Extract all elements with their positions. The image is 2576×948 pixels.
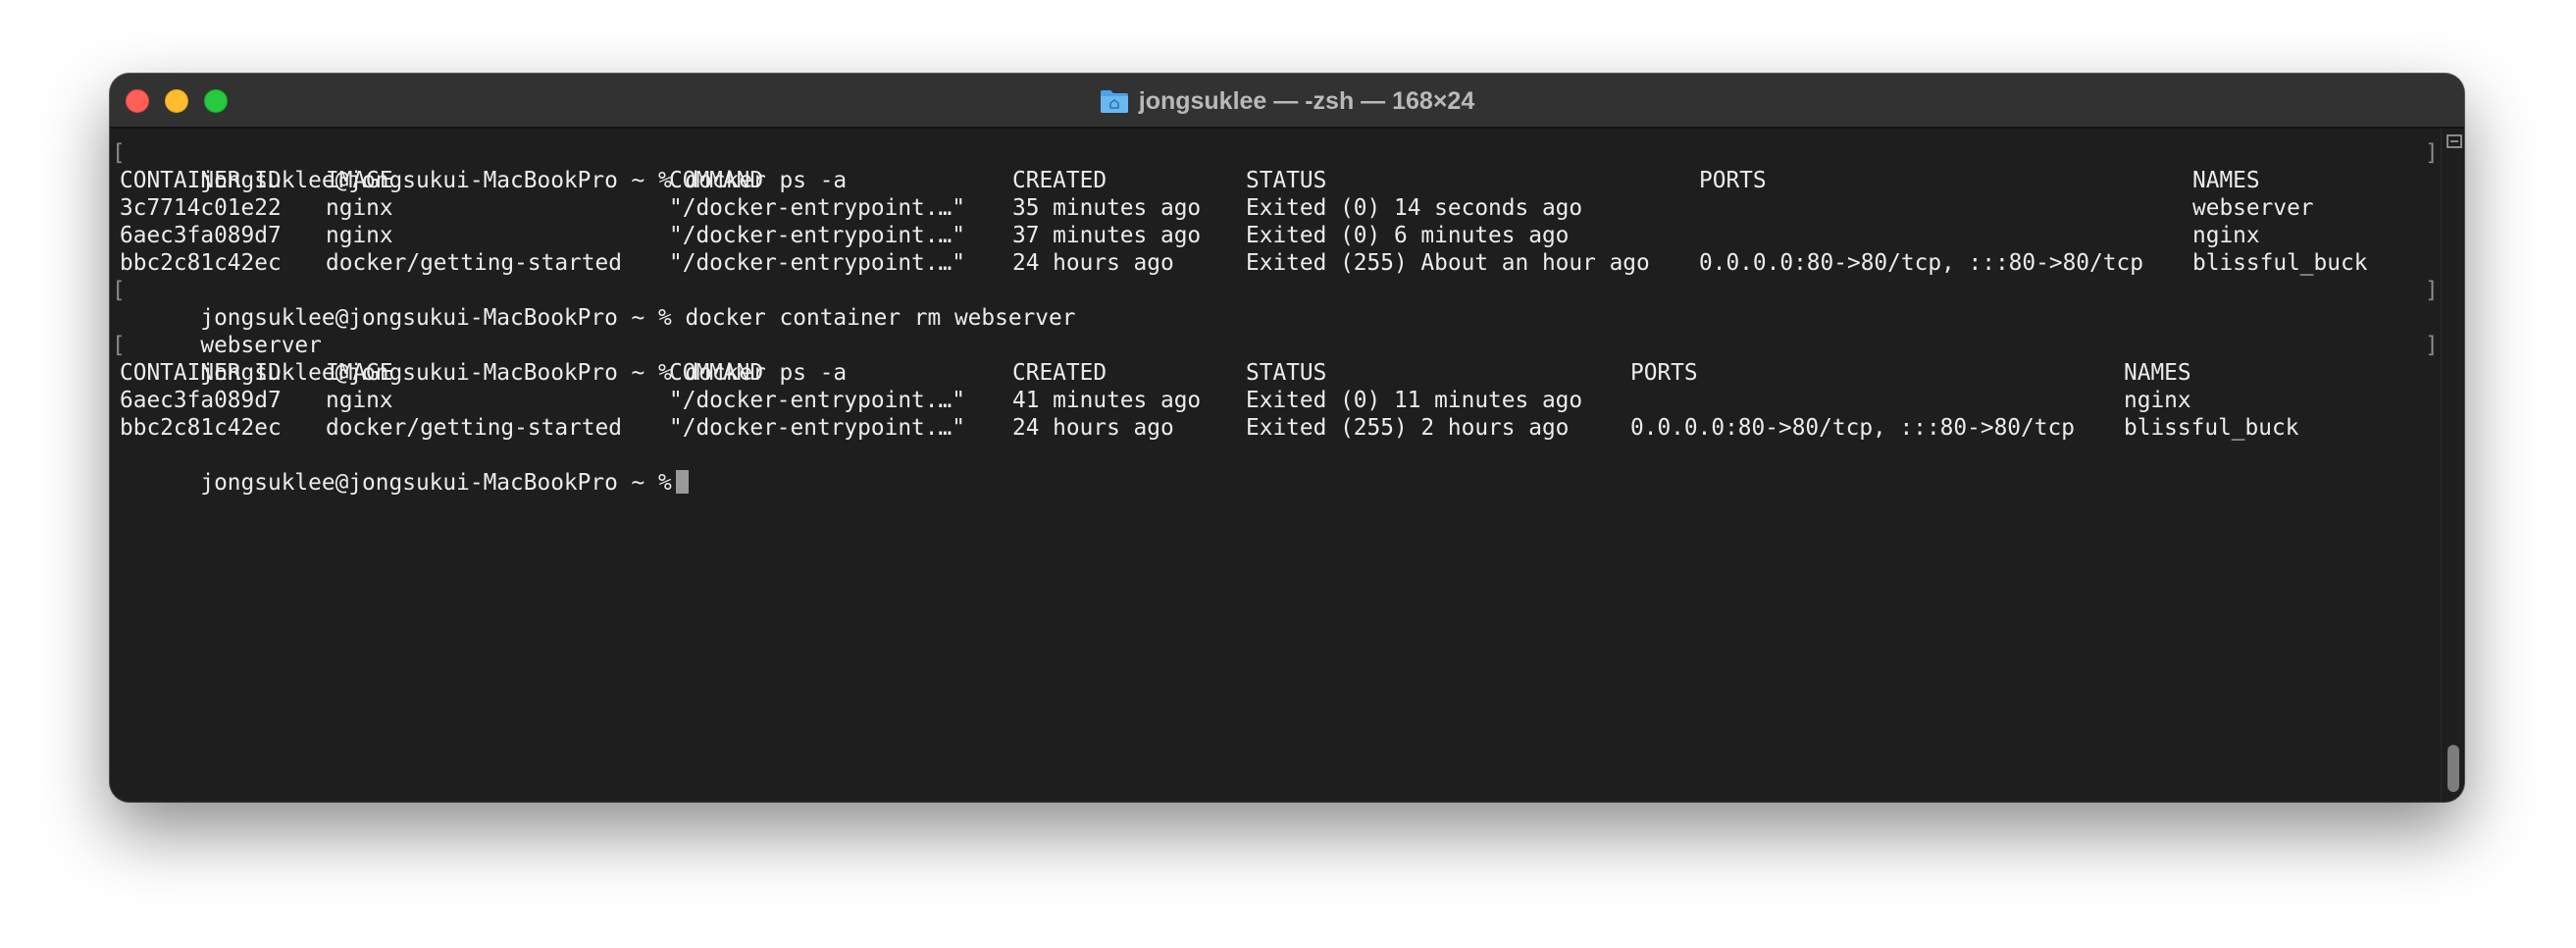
status: Exited (255) About an hour ago — [1246, 250, 1650, 276]
status: Exited (0) 14 seconds ago — [1246, 195, 1583, 221]
vertical-scrollbar[interactable] — [2441, 129, 2464, 802]
terminal-output[interactable]: [ jongsuklee@jongsukui-MacBookPro ~ % doc… — [110, 129, 2439, 802]
table-row: 6aec3fa089d7 nginx "/docker-entrypoint.…… — [120, 222, 2260, 249]
command: "/docker-entrypoint.…" — [669, 195, 965, 221]
current-prompt-line[interactable]: jongsuklee@jongsukui-MacBookPro ~ % — [120, 442, 689, 496]
created: 41 minutes ago — [1012, 388, 1202, 413]
header-created: CREATED — [1012, 360, 1108, 386]
image-name: nginx — [326, 388, 393, 413]
image-name: docker/getting-started — [326, 415, 622, 441]
mark-bracket: [ — [112, 140, 126, 166]
container-id: 6aec3fa089d7 — [120, 388, 282, 413]
status: Exited (255) 2 hours ago — [1246, 415, 1570, 441]
prompt-line: [ jongsuklee@jongsukui-MacBookPro ~ % doc… — [112, 277, 1075, 331]
table-row: 6aec3fa089d7 nginx "/docker-entrypoint.…… — [120, 387, 2191, 414]
header-names: NAMES — [2124, 360, 2191, 386]
mark-bracket: [ — [112, 333, 126, 358]
mark-bracket-right: ] — [2425, 278, 2439, 303]
container-name: blissful_buck — [2192, 250, 2368, 276]
header-status: STATUS — [1246, 360, 1327, 386]
container-id: bbc2c81c42ec — [120, 415, 282, 441]
image-name: docker/getting-started — [326, 250, 622, 276]
created: 37 minutes ago — [1012, 223, 1202, 248]
header-ports: PORTS — [1630, 360, 1698, 386]
ports: 0.0.0.0:80->80/tcp, :::80->80/tcp — [1699, 250, 2143, 276]
header-command: COMMAND — [669, 168, 764, 193]
ports: 0.0.0.0:80->80/tcp, :::80->80/tcp — [1630, 415, 2075, 441]
table-row: bbc2c81c42ec docker/getting-started "/do… — [120, 414, 2298, 442]
window-title: jongsuklee — -zsh — 168×24 — [1138, 86, 1475, 115]
command: "/docker-entrypoint.…" — [669, 223, 965, 248]
created: 24 hours ago — [1012, 415, 1174, 441]
header-command: COMMAND — [669, 360, 764, 386]
container-name: nginx — [2192, 223, 2260, 248]
status: Exited (0) 6 minutes ago — [1246, 223, 1570, 248]
prompt-line: [jongsuklee@jongsukui-MacBookPro ~ % doc… — [112, 139, 847, 193]
header-status: STATUS — [1246, 168, 1327, 193]
prompt-text: jongsuklee@jongsukui-MacBookPro ~ % — [200, 470, 672, 496]
terminal-window: jongsuklee — -zsh — 168×24 [ jongsuklee@j… — [110, 74, 2464, 802]
command: "/docker-entrypoint.…" — [669, 388, 965, 413]
output-line: webserver — [120, 304, 322, 358]
mark-bracket-right: ] — [2425, 333, 2439, 358]
window-title-group: jongsuklee — -zsh — 168×24 — [110, 74, 2464, 129]
header-image: IMAGE — [326, 168, 393, 193]
container-id: bbc2c81c42ec — [120, 250, 282, 276]
container-name: blissful_buck — [2124, 415, 2299, 441]
status: Exited (0) 11 minutes ago — [1246, 388, 1583, 413]
split-pane-icon[interactable] — [2447, 134, 2462, 148]
table-header-row: CONTAINER ID IMAGE COMMAND CREATED STATU… — [120, 359, 2191, 387]
folder-icon — [1100, 90, 1128, 113]
header-names: NAMES — [2192, 168, 2260, 193]
image-name: nginx — [326, 195, 393, 221]
table-row: bbc2c81c42ec docker/getting-started "/do… — [120, 249, 2367, 277]
header-ports: PORTS — [1699, 168, 1767, 193]
table-row: 3c7714c01e22 nginx "/docker-entrypoint.…… — [120, 194, 2314, 222]
title-bar[interactable]: jongsuklee — -zsh — 168×24 — [110, 74, 2464, 129]
container-id: 3c7714c01e22 — [120, 195, 282, 221]
scrollbar-thumb[interactable] — [2447, 745, 2459, 792]
header-container-id: CONTAINER ID — [120, 168, 282, 193]
created: 35 minutes ago — [1012, 195, 1202, 221]
command: "/docker-entrypoint.…" — [669, 250, 965, 276]
container-name: webserver — [2192, 195, 2314, 221]
mark-bracket: [ — [112, 278, 126, 303]
mark-bracket-right: ] — [2425, 140, 2439, 166]
created: 24 hours ago — [1012, 250, 1174, 276]
header-container-id: CONTAINER ID — [120, 360, 282, 386]
text-cursor — [675, 469, 689, 494]
container-id: 6aec3fa089d7 — [120, 223, 282, 248]
command: "/docker-entrypoint.…" — [669, 415, 965, 441]
container-name: nginx — [2124, 388, 2191, 413]
command-text: jongsuklee@jongsukui-MacBookPro ~ % dock… — [200, 305, 1076, 331]
header-created: CREATED — [1012, 168, 1108, 193]
header-image: IMAGE — [326, 360, 393, 386]
image-name: nginx — [326, 223, 393, 248]
table-header-row: CONTAINER ID IMAGE COMMAND CREATED STATU… — [120, 167, 2260, 194]
prompt-line: [jongsuklee@jongsukui-MacBookPro ~ % doc… — [112, 332, 847, 386]
